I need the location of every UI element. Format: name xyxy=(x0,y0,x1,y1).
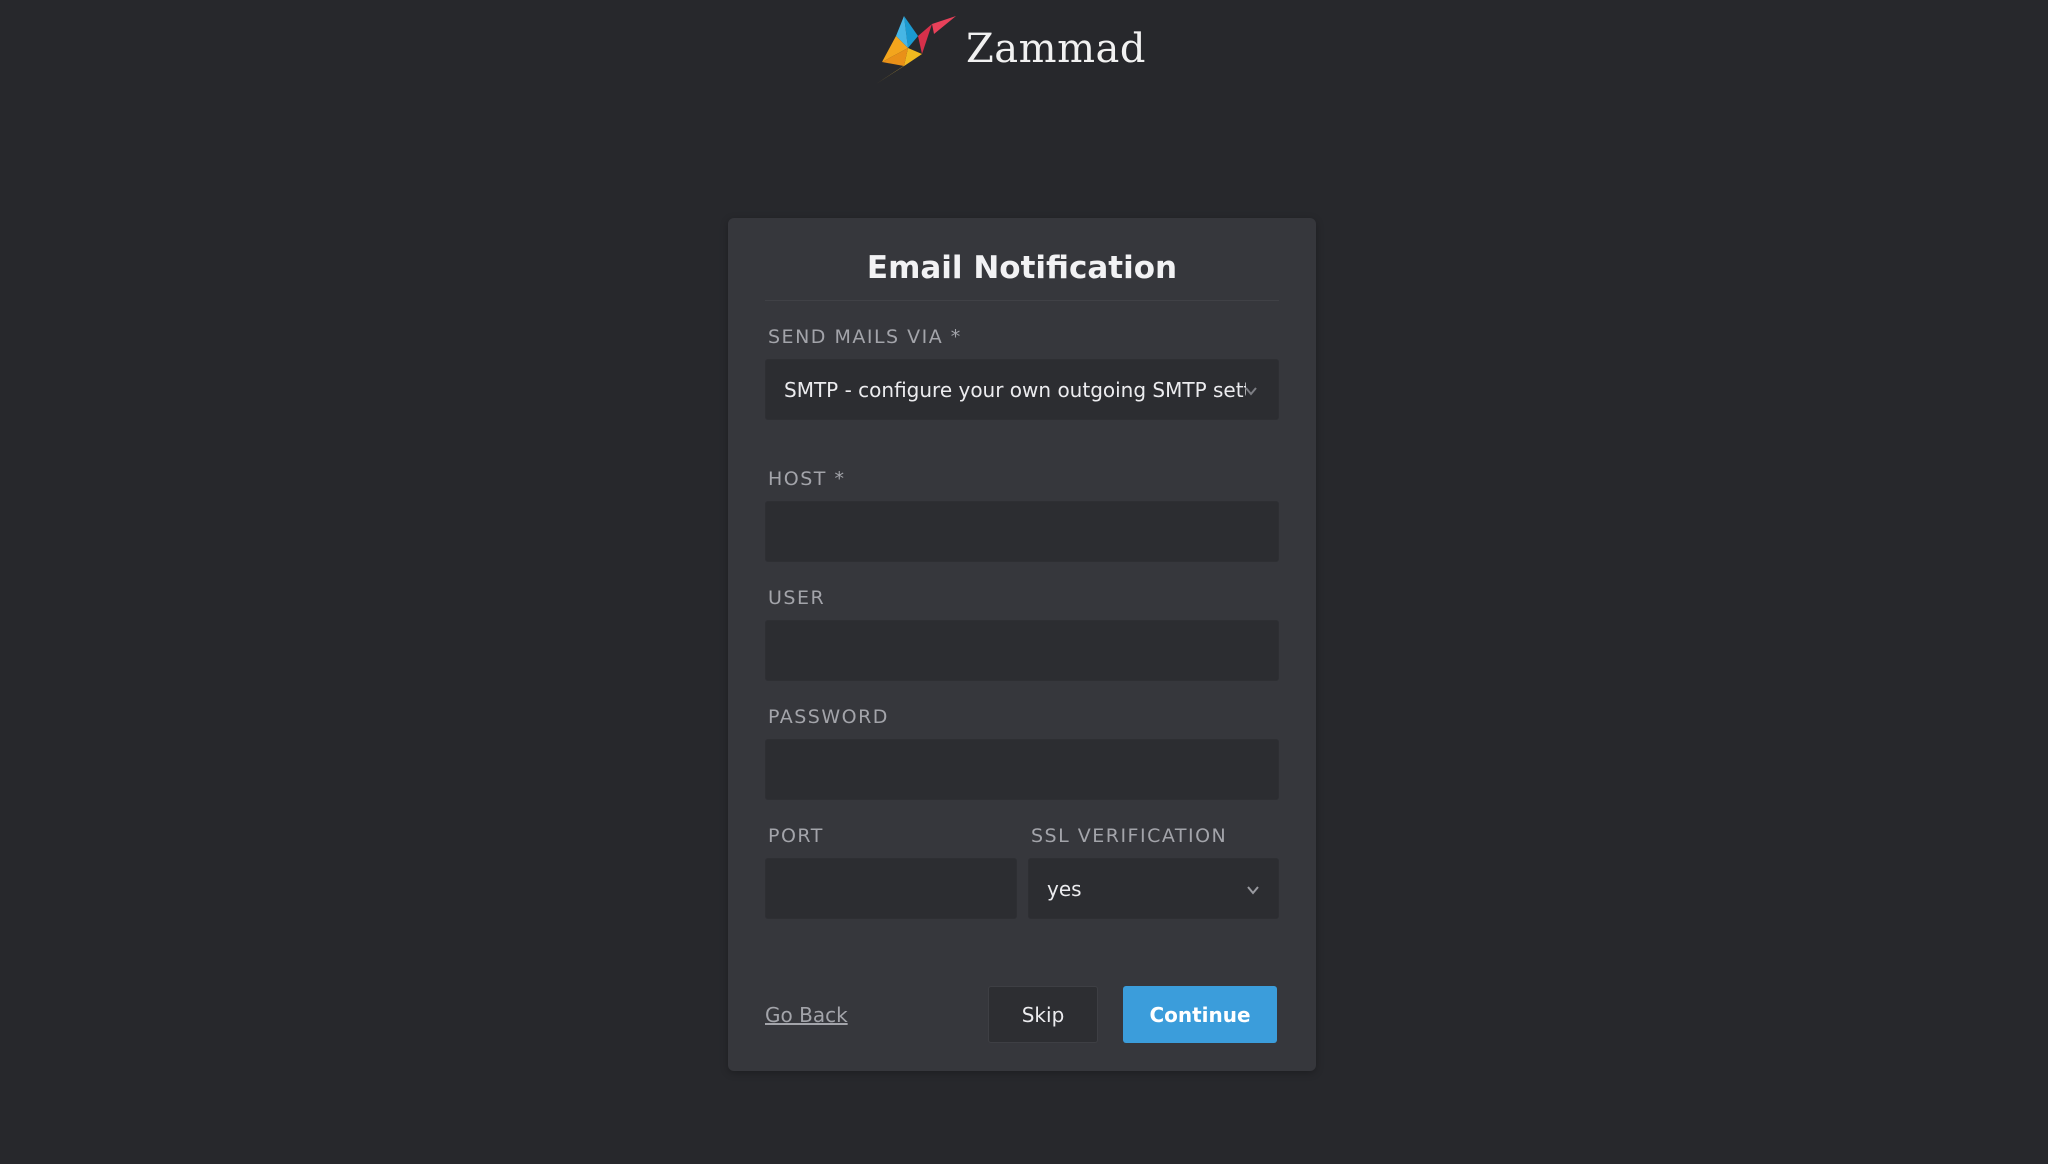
email-notification-card: Email Notification SEND MAILS VIA * SMTP… xyxy=(728,218,1316,1071)
ssl-verification-label: SSL VERIFICATION xyxy=(1031,825,1228,847)
page-title: Email Notification xyxy=(866,250,1178,286)
send-mails-via-value: SMTP - configure your own outgoing SMTP … xyxy=(784,377,1246,402)
port-input[interactable] xyxy=(766,859,1016,918)
title-divider xyxy=(765,300,1279,301)
port-field[interactable] xyxy=(765,858,1017,919)
host-input[interactable] xyxy=(766,502,1278,561)
user-label: USER xyxy=(768,587,826,609)
host-field[interactable] xyxy=(765,501,1279,562)
password-input[interactable] xyxy=(766,740,1278,799)
chevron-down-icon xyxy=(1245,387,1257,396)
skip-button[interactable]: Skip xyxy=(988,986,1098,1043)
user-field[interactable] xyxy=(765,620,1279,681)
brand-name: Zammad xyxy=(966,26,1146,72)
zammad-bird-icon xyxy=(876,16,956,84)
host-label: HOST * xyxy=(768,468,846,490)
ssl-verification-value: yes xyxy=(1047,876,1082,901)
send-mails-via-select[interactable]: SMTP - configure your own outgoing SMTP … xyxy=(765,359,1279,420)
chevron-down-icon xyxy=(1247,886,1259,895)
port-label: PORT xyxy=(768,825,824,847)
send-mails-via-label: SEND MAILS VIA * xyxy=(768,326,962,348)
brand-logo: Zammad xyxy=(874,10,1146,86)
continue-button[interactable]: Continue xyxy=(1123,986,1277,1043)
password-field[interactable] xyxy=(765,739,1279,800)
ssl-verification-select[interactable]: yes xyxy=(1028,858,1279,919)
user-input[interactable] xyxy=(766,621,1278,680)
password-label: PASSWORD xyxy=(768,706,889,728)
go-back-link[interactable]: Go Back xyxy=(765,1003,848,1027)
